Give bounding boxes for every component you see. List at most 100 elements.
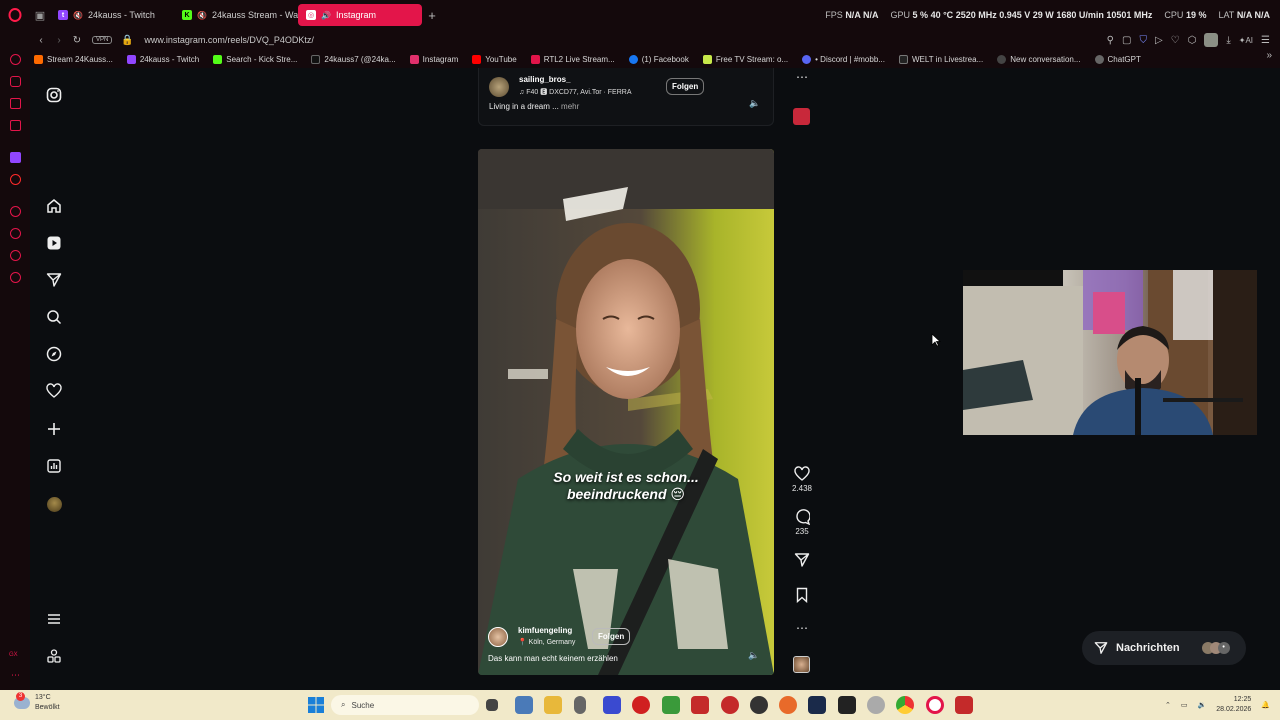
reel-video[interactable]: So weit ist es schon... beeindruckend 😔 … xyxy=(478,149,774,675)
sidebar-player-icon[interactable] xyxy=(10,206,21,217)
more-link[interactable]: mehr xyxy=(561,102,579,111)
sidebar-extensions-icon[interactable] xyxy=(10,250,21,261)
prev-audio-thumbnail[interactable] xyxy=(793,108,810,125)
heart-icon[interactable]: ♡ xyxy=(1171,35,1180,46)
forward-icon[interactable]: › xyxy=(50,35,68,46)
pin-icon[interactable]: ⚲ xyxy=(1107,35,1114,46)
bookmarks-overflow-icon[interactable]: » xyxy=(1266,50,1272,61)
steam-icon[interactable] xyxy=(808,696,826,714)
audio-track[interactable]: ♫ F40 🅴 DXCD77, Avi.Tor · FERRA xyxy=(519,87,654,97)
sidebar-aria-icon[interactable] xyxy=(10,54,21,65)
obs-icon[interactable] xyxy=(750,696,768,714)
bookmark-item[interactable]: ChatGPT xyxy=(1094,54,1141,64)
network-icon[interactable]: ▭ xyxy=(1181,701,1188,709)
bookmark-item[interactable]: RTL2 Live Stream... xyxy=(530,54,615,64)
notification-bell-icon[interactable]: 🔔 xyxy=(1261,701,1270,709)
sidebar-history-icon[interactable] xyxy=(10,228,21,239)
dashboard-icon[interactable] xyxy=(44,456,64,476)
share-button[interactable] xyxy=(787,552,817,570)
sound-icon[interactable]: 🔈 xyxy=(748,650,759,661)
gear-app-icon[interactable] xyxy=(867,696,885,714)
audio-thumbnail[interactable] xyxy=(793,656,810,673)
opera-menu-icon[interactable] xyxy=(0,0,30,30)
weather-widget[interactable]: 3 13°C Bewölkt xyxy=(14,692,60,713)
power-app-icon[interactable] xyxy=(632,696,650,714)
avatar[interactable] xyxy=(489,77,509,97)
gx-logo-icon[interactable]: GX xyxy=(9,652,18,658)
follow-button[interactable]: Folgen xyxy=(592,628,631,645)
messages-button[interactable]: Nachrichten • xyxy=(1082,631,1246,665)
snapshot-icon[interactable]: ▢ xyxy=(1122,35,1131,46)
shield-icon[interactable]: ⛉ xyxy=(1139,35,1147,46)
home-icon[interactable] xyxy=(44,196,64,216)
profile-avatar[interactable] xyxy=(44,494,64,514)
bookmark-item[interactable]: New conversation... xyxy=(997,54,1081,64)
sidebar-youtube-icon[interactable] xyxy=(10,174,21,185)
username[interactable]: kimfuengeling xyxy=(518,626,572,635)
explore-icon[interactable] xyxy=(44,344,64,364)
instagram-logo-icon[interactable] xyxy=(44,85,64,105)
bookmark-item[interactable]: (1) Facebook xyxy=(628,54,689,64)
stream-app-2-icon[interactable] xyxy=(955,696,973,714)
bookmark-item[interactable]: Free TV Stream: o... xyxy=(702,54,788,64)
epic-games-icon[interactable] xyxy=(838,696,856,714)
bookmark-item[interactable]: WELT in Livestrea... xyxy=(898,54,983,64)
tab-kick[interactable]: K 🔇 24kauss Stream - Wa xyxy=(174,4,298,26)
tab-instagram[interactable]: ◎ 🔊 Instagram xyxy=(298,4,422,26)
follow-button[interactable]: Folgen xyxy=(666,78,705,95)
task-view-icon[interactable] xyxy=(486,699,498,711)
tab-overview-icon[interactable]: ▣ xyxy=(30,0,50,30)
reels-icon[interactable] xyxy=(44,233,64,253)
prev-more-options-icon[interactable]: ⋯ xyxy=(787,70,817,84)
chevron-up-icon[interactable]: ⌃ xyxy=(1165,701,1171,709)
vpn-badge[interactable]: VPN xyxy=(92,36,113,44)
direct-messages-icon[interactable] xyxy=(44,270,64,290)
reload-icon[interactable]: ↻ xyxy=(68,35,86,46)
back-icon[interactable]: ‹ xyxy=(32,35,50,46)
mouse-app-icon[interactable] xyxy=(574,696,586,714)
file-explorer-icon[interactable] xyxy=(544,696,562,714)
taskbar-search[interactable]: ⌕ Suche xyxy=(331,695,479,715)
sound-icon[interactable]: 🔈 xyxy=(749,98,760,109)
stream-app-icon[interactable] xyxy=(691,696,709,714)
record-app-icon[interactable] xyxy=(721,696,739,714)
save-button[interactable] xyxy=(787,587,817,605)
bookmark-item[interactable]: Instagram xyxy=(409,54,458,64)
sidebar-messenger-icon[interactable] xyxy=(10,120,21,131)
new-tab-button[interactable]: + xyxy=(422,8,442,23)
clock[interactable]: 12:25 28.02.2026 xyxy=(1216,695,1251,715)
v-app-icon[interactable] xyxy=(603,696,621,714)
opera-gx-icon[interactable] xyxy=(926,696,944,714)
tab-twitch[interactable]: t 🔇 24kauss - Twitch xyxy=(50,4,174,26)
ai-icon[interactable]: ✦AI xyxy=(1239,36,1253,45)
origin-icon[interactable] xyxy=(779,696,797,714)
lock-icon[interactable]: 🔒 xyxy=(118,35,136,46)
apps-icon[interactable] xyxy=(44,646,64,666)
create-plus-icon[interactable] xyxy=(44,419,64,439)
sidebar-flow-icon[interactable] xyxy=(10,76,21,87)
notifications-heart-icon[interactable] xyxy=(44,381,64,401)
download-icon[interactable]: ⤓ xyxy=(1226,35,1230,46)
location[interactable]: 📍 Köln, Germany xyxy=(518,638,575,646)
bookmark-item[interactable]: • Discord | #mobb... xyxy=(802,54,885,64)
bookmark-item[interactable]: 24kauss7 (@24ka... xyxy=(311,54,396,64)
more-icon[interactable]: ⋯ xyxy=(11,670,20,681)
chrome-icon[interactable] xyxy=(896,696,914,714)
search-icon[interactable] xyxy=(44,307,64,327)
profile-avatar[interactable] xyxy=(1204,33,1219,47)
comment-button[interactable]: 235 xyxy=(787,509,817,536)
windows-start-icon[interactable] xyxy=(307,696,325,714)
username[interactable]: sailing_bros_ xyxy=(519,75,571,84)
more-menu-icon[interactable] xyxy=(44,609,64,629)
play-icon[interactable]: ▷ xyxy=(1155,35,1163,46)
bookmark-item[interactable]: Stream 24Kauss... xyxy=(34,54,113,64)
bookmark-item[interactable]: YouTube xyxy=(472,54,517,64)
avatar[interactable] xyxy=(488,627,508,647)
bookmark-item[interactable]: Search - Kick Stre... xyxy=(213,54,297,64)
layers-app-icon[interactable] xyxy=(662,696,680,714)
sidebar-twitch-icon[interactable] xyxy=(10,152,21,163)
notepad-icon[interactable] xyxy=(515,696,533,714)
extensions-icon[interactable]: ⬡ xyxy=(1188,35,1197,46)
bookmark-item[interactable]: 24kauss - Twitch xyxy=(126,54,199,64)
more-options-icon[interactable]: ⋯ xyxy=(787,621,817,635)
